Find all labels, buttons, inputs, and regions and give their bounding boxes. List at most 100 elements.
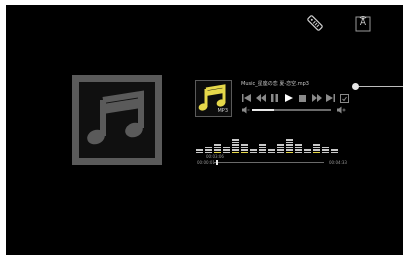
equalizer-bar <box>250 148 257 153</box>
equalizer-segment <box>232 139 239 141</box>
equalizer-bar <box>268 148 275 153</box>
next-track-button[interactable] <box>324 92 337 104</box>
equalizer-segment <box>277 149 284 151</box>
remote-icon[interactable] <box>306 14 324 32</box>
equalizer-bar <box>322 146 329 153</box>
equalizer-segment <box>214 144 221 146</box>
equalizer-bar <box>232 138 239 153</box>
equalizer-segment <box>259 144 266 146</box>
equalizer-segment <box>304 149 311 151</box>
equalizer-bar <box>223 146 230 153</box>
equalizer-segment <box>277 144 284 146</box>
input-source-icon[interactable]: A <box>354 14 372 32</box>
equalizer-segment <box>286 139 293 141</box>
fast-forward-button[interactable] <box>310 92 323 104</box>
skip-previous-icon <box>242 94 251 102</box>
repeat-button[interactable] <box>338 92 351 104</box>
track-thumbnail: MP3 <box>195 80 232 117</box>
equalizer-segment <box>268 151 275 153</box>
stop-button[interactable] <box>296 92 309 104</box>
elapsed-time: 00:00:01 <box>197 160 215 165</box>
equalizer-segment <box>259 149 266 151</box>
music-note-icon <box>87 90 144 145</box>
album-art-placeholder <box>72 75 162 165</box>
equalizer-segment <box>196 149 203 151</box>
total-duration: 00:04:33 <box>329 160 347 165</box>
equalizer-segment <box>286 146 293 148</box>
equalizer-segment <box>241 149 248 151</box>
pause-icon <box>271 94 278 102</box>
equalizer-segment <box>268 149 275 151</box>
equalizer-segment <box>259 146 266 148</box>
equalizer-segment <box>241 146 248 148</box>
equalizer-bar <box>205 146 212 153</box>
equalizer-segment <box>223 146 230 148</box>
thumb-format-label: MP3 <box>217 108 228 114</box>
volume-slider[interactable] <box>252 109 331 111</box>
equalizer-segment <box>313 149 320 151</box>
equalizer-segment <box>295 149 302 151</box>
stop-icon <box>299 94 306 102</box>
equalizer-segment <box>322 149 329 151</box>
equalizer-segment <box>313 146 320 148</box>
equalizer-segment <box>313 144 320 146</box>
equalizer-segment <box>286 144 293 146</box>
equalizer-segment <box>232 141 239 143</box>
equalizer-segment <box>250 149 257 151</box>
equalizer-segment <box>232 146 239 148</box>
equalizer-segment <box>295 146 302 148</box>
equalizer-segment <box>322 151 329 153</box>
progress-track[interactable] <box>214 160 324 165</box>
equalizer-segment <box>214 146 221 148</box>
equalizer-segment <box>241 151 248 153</box>
equalizer-segment <box>214 149 221 151</box>
progress-bar[interactable]: 00:00:01 00:04:33 <box>197 160 347 166</box>
equalizer-segment <box>205 149 212 151</box>
equalizer-segment <box>286 149 293 151</box>
equalizer-segment <box>331 149 338 151</box>
equalizer-segment <box>196 151 203 153</box>
equalizer-segment <box>250 151 257 153</box>
equalizer-segment <box>223 149 230 151</box>
play-button[interactable] <box>282 92 295 104</box>
equalizer-bar <box>259 143 266 153</box>
pause-button[interactable] <box>268 92 281 104</box>
equalizer-segment <box>295 151 302 153</box>
equalizer-segment <box>232 149 239 151</box>
equalizer-bar <box>313 143 320 153</box>
equalizer-bar <box>304 148 311 153</box>
equalizer-visualizer <box>196 133 346 153</box>
equalizer-segment <box>259 151 266 153</box>
equalizer-bar <box>295 143 302 153</box>
equalizer-segment <box>286 141 293 143</box>
equalizer-segment <box>331 151 338 153</box>
skip-next-icon <box>326 94 335 102</box>
equalizer-bar <box>286 138 293 153</box>
equalizer-bar <box>241 143 248 153</box>
equalizer-bar <box>277 143 284 153</box>
progress-knob[interactable] <box>216 160 219 165</box>
side-slider-knob[interactable] <box>352 83 359 90</box>
side-slider[interactable] <box>352 83 403 91</box>
fast-forward-icon <box>311 94 322 102</box>
volume-up-icon[interactable] <box>337 106 346 114</box>
equalizer-segment <box>277 146 284 148</box>
side-slider-track <box>355 86 403 87</box>
equalizer-segment <box>295 144 302 146</box>
play-icon <box>284 94 293 102</box>
time-label: 00:03:06 <box>206 154 224 159</box>
equalizer-bar <box>214 143 221 153</box>
equalizer-segment <box>205 151 212 153</box>
input-source-label: A <box>359 18 367 28</box>
previous-track-button[interactable] <box>240 92 253 104</box>
equalizer-segment <box>313 151 320 153</box>
equalizer-segment <box>322 146 329 148</box>
equalizer-bar <box>331 148 338 153</box>
equalizer-segment <box>232 144 239 146</box>
volume-control[interactable] <box>242 106 347 114</box>
equalizer-segment <box>241 144 248 146</box>
rewind-button[interactable] <box>254 92 267 104</box>
volume-down-icon[interactable] <box>242 106 250 114</box>
media-player-screen: A MP3 Music_星座の恋 夏-恋空.mp3 00:03:06 00:00… <box>6 5 403 255</box>
track-title: Music_星座の恋 夏-恋空.mp3 <box>241 81 309 87</box>
